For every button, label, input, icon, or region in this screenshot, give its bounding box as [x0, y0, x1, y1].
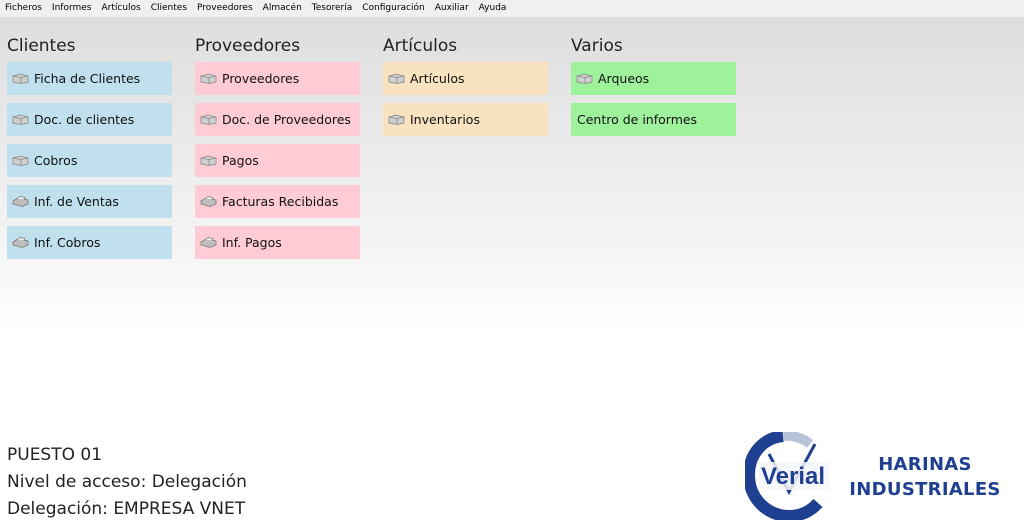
doc-proveedores-button[interactable]: Doc. de Proveedores	[195, 103, 360, 136]
printer-icon	[12, 196, 29, 207]
varios-column: Varios Arqueos Centro de informes	[571, 32, 736, 136]
delegacion-label: Delegación: EMPRESA VNET	[7, 499, 246, 519]
box-icon	[12, 114, 29, 125]
puesto-label: PUESTO 01	[7, 445, 103, 465]
menu-auxiliar[interactable]: Auxiliar	[430, 0, 474, 17]
nivel-acceso-label: Nivel de acceso: Delegación	[7, 472, 247, 492]
printer-icon	[200, 196, 217, 207]
box-icon	[388, 114, 405, 125]
box-icon	[200, 114, 217, 125]
menu-tesoreria[interactable]: Tesorería	[307, 0, 357, 17]
cobros-button[interactable]: Cobros	[7, 144, 172, 177]
articulos-button[interactable]: Artículos	[383, 62, 548, 95]
ficha-clientes-button[interactable]: Ficha de Clientes	[7, 62, 172, 95]
box-icon	[12, 155, 29, 166]
menu-clientes[interactable]: Clientes	[146, 0, 192, 17]
menu-ayuda[interactable]: Ayuda	[474, 0, 512, 17]
menu-ficheros[interactable]: Ficheros	[0, 0, 47, 17]
tile-label: Proveedores	[222, 71, 300, 86]
tile-label: Artículos	[410, 71, 465, 86]
menu-configuracion[interactable]: Configuración	[357, 0, 429, 17]
centro-informes-button[interactable]: Centro de informes	[571, 103, 736, 136]
inf-cobros-button[interactable]: Inf. Cobros	[7, 226, 172, 259]
verial-logo: Verial	[742, 430, 835, 523]
tile-label: Cobros	[34, 153, 78, 168]
clientes-column: Clientes Ficha de Clientes Doc. de clien…	[7, 32, 172, 259]
tile-label: Centro de informes	[577, 112, 698, 127]
company-name-line2: INDUSTRIALES	[849, 479, 1001, 500]
box-icon	[12, 73, 29, 84]
menu-bar: Ficheros Informes Artículos Clientes Pro…	[0, 0, 1024, 17]
session-info: PUESTO 01 Nivel de acceso: Delegación De…	[7, 442, 247, 523]
tile-label: Doc. de Proveedores	[222, 112, 351, 127]
tile-label: Inventarios	[410, 112, 480, 127]
tile-label: Arqueos	[598, 71, 650, 86]
arqueos-button[interactable]: Arqueos	[571, 62, 736, 95]
menu-proveedores[interactable]: Proveedores	[192, 0, 258, 17]
tile-label: Facturas Recibidas	[222, 194, 339, 209]
printer-icon	[12, 237, 29, 248]
pagos-button[interactable]: Pagos	[195, 144, 360, 177]
inventarios-button[interactable]: Inventarios	[383, 103, 548, 136]
box-icon	[200, 155, 217, 166]
proveedores-column: Proveedores Proveedores Doc. de Proveedo…	[195, 32, 360, 259]
menu-informes[interactable]: Informes	[47, 0, 97, 17]
tile-label: Ficha de Clientes	[34, 71, 141, 86]
box-icon	[388, 73, 405, 84]
tile-label: Doc. de clientes	[34, 112, 135, 127]
clientes-heading: Clientes	[7, 36, 76, 56]
varios-heading: Varios	[571, 36, 623, 56]
tile-label: Inf. de Ventas	[34, 194, 119, 209]
company-name: HARINAS INDUSTRIALES	[836, 452, 1014, 502]
company-name-line1: HARINAS	[878, 454, 972, 475]
box-icon	[576, 73, 593, 84]
menu-articulos[interactable]: Artículos	[97, 0, 146, 17]
proveedores-heading: Proveedores	[195, 36, 301, 56]
facturas-recibidas-button[interactable]: Facturas Recibidas	[195, 185, 360, 218]
doc-clientes-button[interactable]: Doc. de clientes	[7, 103, 172, 136]
articulos-column: Artículos Artículos Inventarios	[383, 32, 548, 136]
printer-icon	[200, 237, 217, 248]
menu-almacen[interactable]: Almacén	[258, 0, 307, 17]
inf-pagos-button[interactable]: Inf. Pagos	[195, 226, 360, 259]
articulos-heading: Artículos	[383, 36, 458, 56]
tile-label: Pagos	[222, 153, 259, 168]
inf-ventas-button[interactable]: Inf. de Ventas	[7, 185, 172, 218]
verial-logo-text: Verial	[761, 463, 825, 490]
box-icon	[200, 73, 217, 84]
tile-label: Inf. Pagos	[222, 235, 282, 250]
tile-label: Inf. Cobros	[34, 235, 101, 250]
proveedores-button[interactable]: Proveedores	[195, 62, 360, 95]
